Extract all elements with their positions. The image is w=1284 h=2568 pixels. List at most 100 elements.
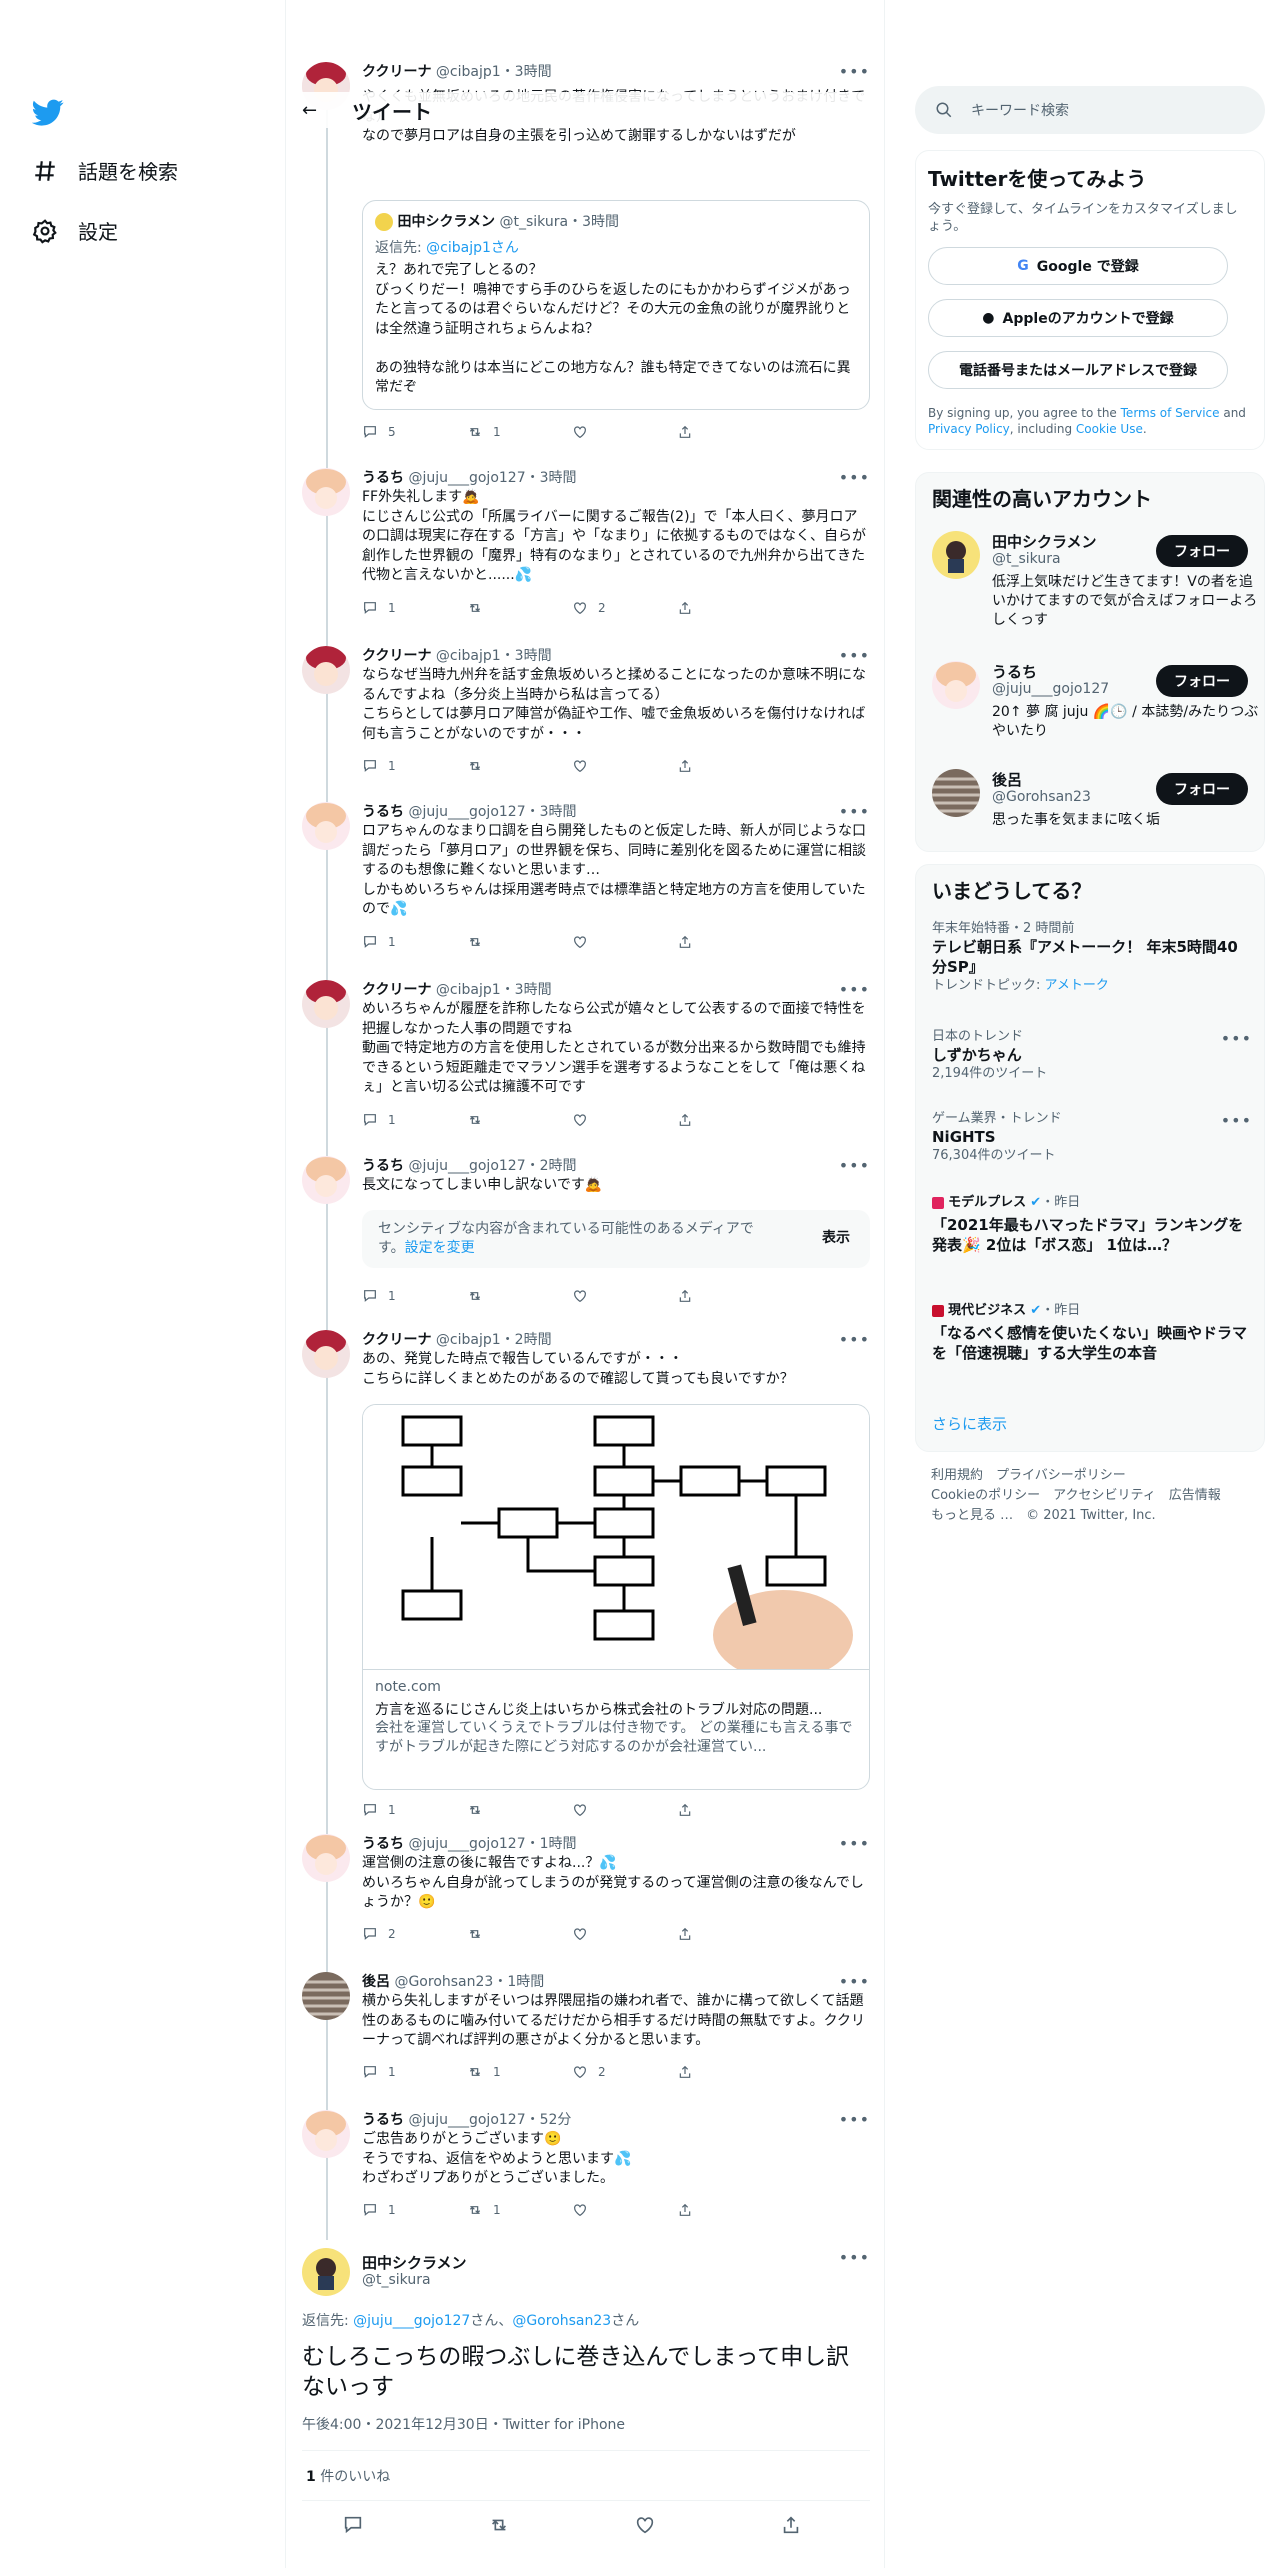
avatar[interactable] [302, 468, 350, 516]
tweet-time[interactable]: 3時間 [515, 64, 552, 80]
retweet-button[interactable] [467, 1802, 572, 1818]
retweet-button[interactable] [467, 1926, 572, 1942]
tweet-author-name[interactable]: うるち [362, 470, 404, 486]
tweet-author-handle[interactable]: @juju___gojo127 [408, 804, 525, 820]
tweet-author-name[interactable]: ククリーナ [362, 982, 431, 998]
reply-button[interactable]: 1 [362, 2202, 467, 2218]
like-button[interactable] [572, 758, 677, 774]
retweet-icon[interactable] [488, 2514, 510, 2536]
tweet-time[interactable]: 52分 [540, 2112, 572, 2128]
focused-author-handle[interactable]: @t_sikura [362, 2272, 431, 2288]
reply-icon[interactable] [342, 2514, 364, 2536]
reply-button[interactable]: 1 [362, 1112, 467, 1128]
more-icon[interactable]: ••• [839, 1972, 870, 1991]
reply-button[interactable]: 1 [362, 600, 467, 616]
tweet-author-name[interactable]: ククリーナ [362, 648, 431, 664]
more-icon[interactable]: ••• [839, 1834, 870, 1853]
tweet-author-handle[interactable]: @juju___gojo127 [408, 2112, 525, 2128]
avatar[interactable] [302, 802, 350, 850]
back-arrow-icon[interactable]: ← [302, 100, 342, 121]
retweet-button[interactable] [467, 1288, 572, 1304]
avatar[interactable] [302, 1972, 350, 2020]
reply-button[interactable]: 5 [362, 424, 467, 440]
avatar[interactable] [302, 1834, 350, 1882]
tweet-author-name[interactable]: ククリーナ [362, 1332, 431, 1348]
reply-button[interactable]: 1 [362, 1288, 467, 1304]
tweet-author-handle[interactable]: @juju___gojo127 [408, 1836, 525, 1852]
avatar[interactable] [302, 2110, 350, 2158]
follow-button[interactable]: フォロー [1156, 773, 1248, 805]
tweet-time[interactable]: 1時間 [540, 1836, 577, 1852]
tweet[interactable]: 後呂 @Gorohsan23・1時間 ••• 横から失礼しますがそいつは界隈屈指… [302, 1972, 870, 2102]
cookie-link[interactable]: Cookie Use [1076, 422, 1143, 436]
reply-mention-2[interactable]: @Gorohsan23 [512, 2313, 611, 2329]
tweet[interactable]: うるち @juju___gojo127・3時間 ••• ロアちゃんのなまり口調を… [302, 802, 870, 962]
reply-button[interactable]: 1 [362, 934, 467, 950]
tweet[interactable]: うるち @juju___gojo127・1時間 ••• 運営側の注意の後に報告で… [302, 1834, 870, 1964]
tweet[interactable]: うるち @juju___gojo127・2時間 ••• 長文になってしまい申し訳… [302, 1156, 870, 1316]
retweet-button[interactable] [467, 600, 572, 616]
more-icon[interactable]: ••• [839, 802, 870, 821]
like-button[interactable] [572, 1926, 677, 1942]
tweet-author-name[interactable]: ククリーナ [362, 64, 431, 80]
reply-button[interactable]: 1 [362, 2064, 467, 2080]
footer-links[interactable]: Cookieのポリシー アクセシビリティ 広告情報 [931, 1486, 1261, 1506]
trend-item[interactable]: 日本のトレンド しずかちゃん 2,194件のツイート ••• [932, 1029, 1252, 1083]
share-icon[interactable] [780, 2514, 802, 2536]
tweet-author-name[interactable]: うるち [362, 804, 404, 820]
avatar[interactable] [302, 1156, 350, 1204]
apple-signup-button[interactable]: ● Appleのアカウントで登録 [928, 299, 1228, 337]
quote-reply-to[interactable]: @cibajp1さん [426, 240, 519, 256]
phone-email-signup-button[interactable]: 電話番号またはメールアドレスで登録 [928, 351, 1228, 389]
more-icon[interactable]: ••• [839, 980, 870, 999]
trend-item[interactable]: ゲーム業界・トレンド NiGHTS 76,304件のツイート ••• [932, 1111, 1252, 1165]
more-icon[interactable]: ••• [839, 1156, 870, 1175]
tweet[interactable]: ククリーナ @cibajp1・3時間 ••• めいろちゃんが履歴を詐称したなら公… [302, 980, 870, 1140]
retweet-button[interactable] [467, 758, 572, 774]
share-button[interactable] [677, 758, 782, 774]
tweet-author-name[interactable]: うるち [362, 2112, 404, 2128]
quoted-tweet[interactable]: 田中シクラメン @t_sikura・3時間 返信先: @cibajp1さん え？… [362, 200, 870, 410]
tweet-author-handle[interactable]: @juju___gojo127 [408, 1158, 525, 1174]
news-item[interactable]: モデルプレス ✔・昨日 「2021年最もハマったドラマ」ランキングを発表🎉 2位… [932, 1195, 1252, 1255]
like-button[interactable]: 2 [572, 600, 677, 616]
trend-topic-link[interactable]: アメトーク [1045, 978, 1109, 993]
like-button[interactable] [572, 1802, 677, 1818]
tweet-author-handle[interactable]: @juju___gojo127 [408, 470, 525, 486]
more-icon[interactable]: ••• [839, 2110, 870, 2129]
more-icon[interactable]: ••• [1221, 1111, 1252, 1130]
footer-links[interactable]: 利用規約 プライバシーポリシー [931, 1466, 1261, 1486]
avatar[interactable] [302, 980, 350, 1028]
tweet[interactable]: うるち @juju___gojo127・52分 ••• ご忠告ありがとうございま… [302, 2110, 870, 2240]
tweet-author-handle[interactable]: @cibajp1 [436, 648, 501, 664]
like-button[interactable] [572, 934, 677, 950]
avatar[interactable] [302, 646, 350, 694]
twitter-logo-icon[interactable] [32, 96, 64, 128]
tweet[interactable]: ククリーナ @cibajp1・3時間 ••• ならなぜ当時九州弁を話す金魚坂めい… [302, 646, 870, 796]
tweet-author-name[interactable]: 後呂 [362, 1974, 390, 1990]
tweet-time[interactable]: 2時間 [515, 1332, 552, 1348]
more-icon[interactable]: ••• [1221, 1029, 1252, 1048]
tweet-time[interactable]: 3時間 [540, 804, 577, 820]
share-button[interactable] [677, 600, 782, 616]
retweet-button[interactable] [467, 934, 572, 950]
retweet-button[interactable]: 1 [467, 2202, 572, 2218]
like-button[interactable] [572, 1112, 677, 1128]
likes-count[interactable]: 1 件のいいね [306, 2466, 390, 2486]
tweet-time[interactable]: 3時間 [515, 982, 552, 998]
share-button[interactable] [677, 424, 782, 440]
tweet-time[interactable]: 3時間 [515, 648, 552, 664]
focused-author-name[interactable]: 田中シクラメン [362, 2252, 467, 2273]
like-button[interactable] [572, 1288, 677, 1304]
privacy-link[interactable]: Privacy Policy [928, 422, 1010, 436]
tweet-time[interactable]: 3時間 [540, 470, 577, 486]
follow-button[interactable]: フォロー [1156, 535, 1248, 567]
more-icon[interactable]: ••• [839, 1330, 870, 1349]
nav-settings[interactable]: 設定 [32, 216, 118, 245]
more-icon[interactable]: ••• [839, 62, 870, 81]
heart-icon[interactable] [634, 2514, 656, 2536]
nav-explore[interactable]: 話題を検索 [32, 156, 178, 185]
share-button[interactable] [677, 934, 782, 950]
reply-button[interactable]: 1 [362, 758, 467, 774]
search-box[interactable]: キーワード検索 [915, 86, 1265, 134]
